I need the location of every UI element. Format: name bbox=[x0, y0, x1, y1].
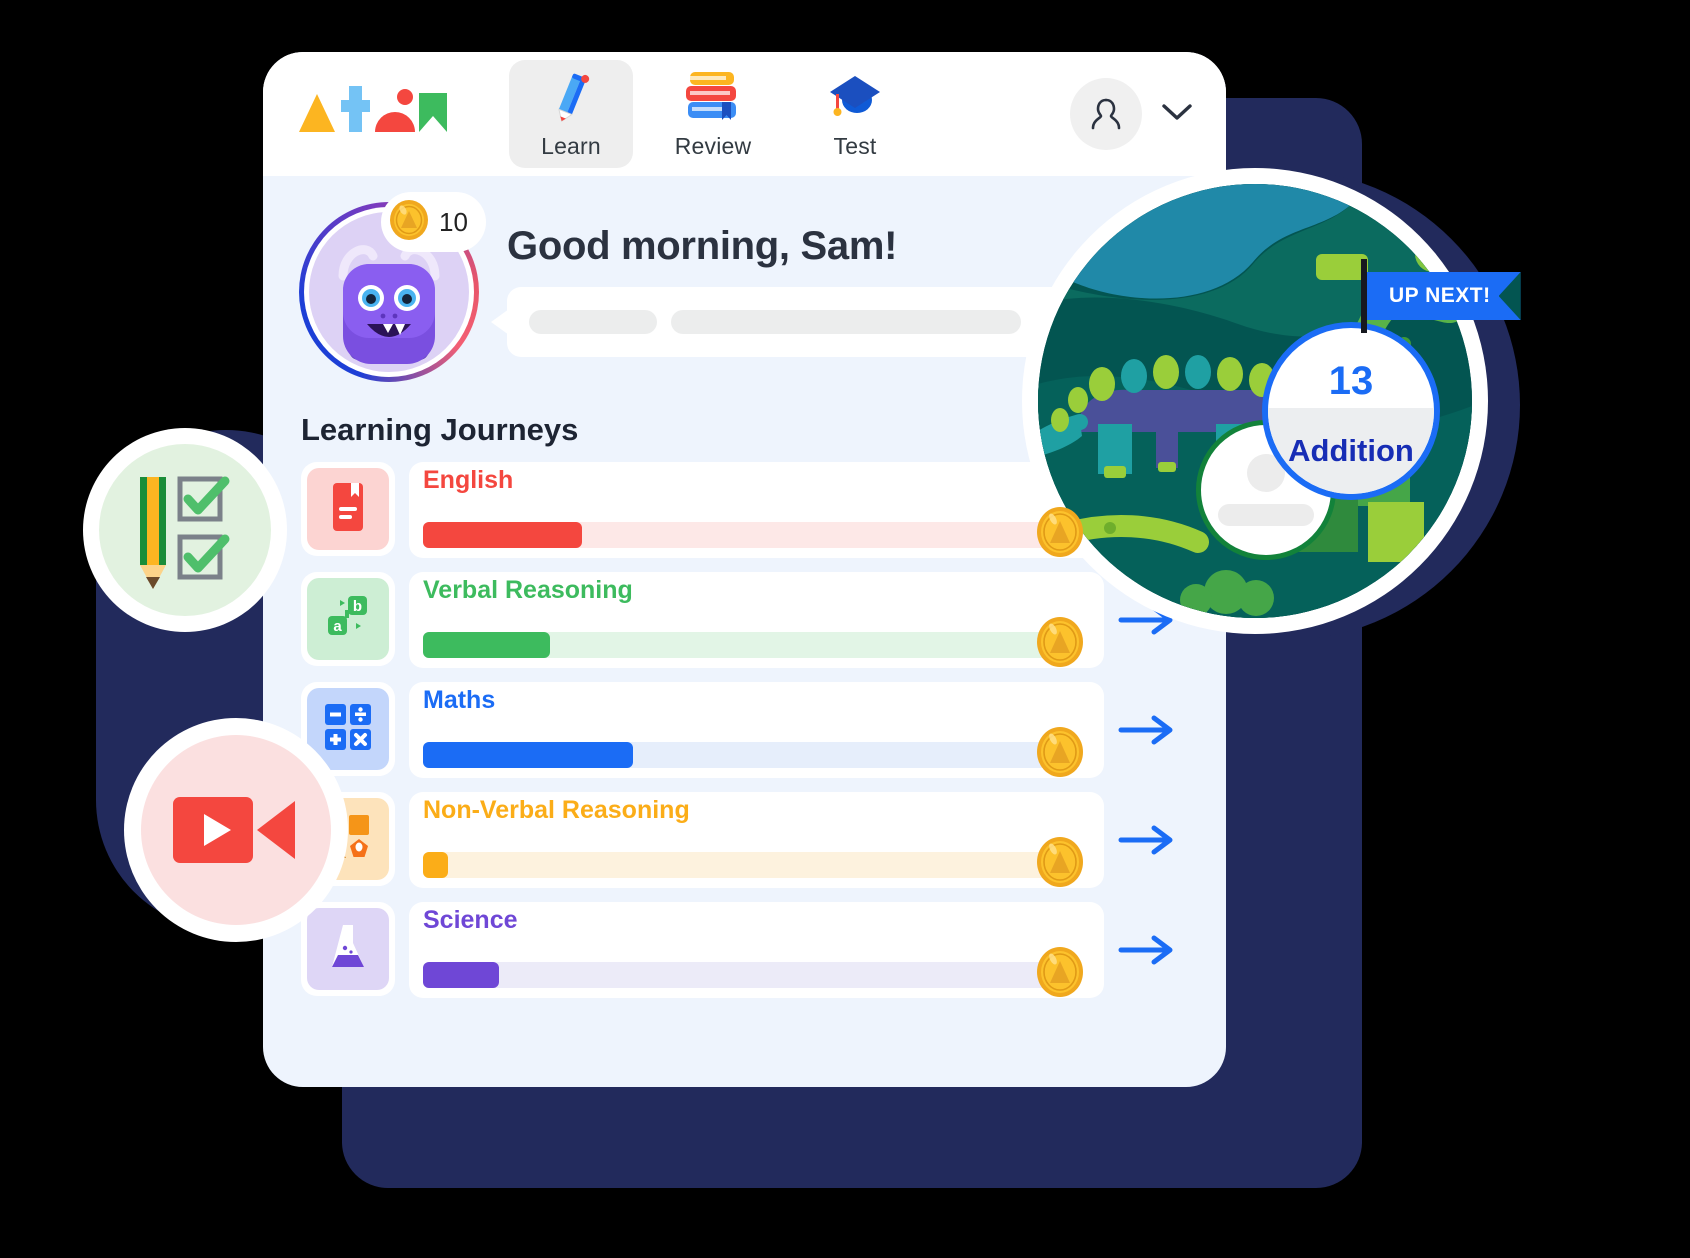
progress-fill bbox=[423, 851, 449, 878]
progress-row bbox=[423, 615, 1086, 674]
up-next-lesson-badge[interactable]: 13 Addition bbox=[1262, 322, 1440, 500]
journey-card-maths[interactable]: Maths bbox=[409, 682, 1104, 778]
coin-icon bbox=[1034, 725, 1086, 784]
progress-fill bbox=[423, 521, 582, 548]
subject-icon-verbal-reasoning[interactable]: b a bbox=[301, 572, 395, 666]
progress-track bbox=[423, 521, 1058, 548]
progress-track bbox=[423, 961, 1058, 988]
up-next-flag: UP NEXT! bbox=[1367, 272, 1521, 320]
nav-tab-label: Learn bbox=[541, 133, 601, 159]
progress-row bbox=[423, 945, 1086, 1004]
letter-tiles-icon: b a bbox=[322, 592, 374, 647]
journey-card-non-verbal-reasoning[interactable]: Non-Verbal Reasoning bbox=[409, 792, 1104, 888]
banner-pole bbox=[1361, 259, 1367, 333]
up-next-banner: UP NEXT! bbox=[1361, 259, 1521, 333]
journey-row: Non-Verbal Reasoning bbox=[301, 792, 1190, 888]
progress-fill bbox=[423, 631, 550, 658]
graduation-cap-icon bbox=[824, 69, 886, 127]
pencil-checklist-badge bbox=[83, 428, 287, 632]
pencil-icon bbox=[548, 69, 594, 127]
subject-name: Verbal Reasoning bbox=[423, 576, 633, 604]
subject-icon-english[interactable] bbox=[301, 462, 395, 556]
svg-text:a: a bbox=[333, 618, 342, 635]
nav-tab-learn[interactable]: Learn bbox=[509, 60, 633, 168]
learning-journeys-list: English b a Verbal Reasoning Maths Non-V… bbox=[263, 462, 1226, 998]
subject-icon-science[interactable] bbox=[301, 902, 395, 996]
svg-text:b: b bbox=[353, 598, 362, 615]
journey-card-verbal-reasoning[interactable]: Verbal Reasoning bbox=[409, 572, 1104, 668]
flask-icon bbox=[326, 921, 370, 978]
progress-row bbox=[423, 835, 1086, 894]
journey-row: b a Verbal Reasoning bbox=[301, 572, 1190, 668]
chevron-down-icon[interactable] bbox=[1160, 101, 1194, 128]
journey-go-arrow[interactable] bbox=[1104, 792, 1190, 888]
journey-card-science[interactable]: Science bbox=[409, 902, 1104, 998]
progress-track bbox=[423, 741, 1058, 768]
journey-go-arrow[interactable] bbox=[1104, 682, 1190, 778]
progress-track bbox=[423, 851, 1058, 878]
pencil-and-checkboxes-icon bbox=[99, 444, 271, 616]
placeholder-line-long bbox=[671, 310, 1021, 334]
app-window: Learn Review Test 10 Good morning, Sam! … bbox=[263, 52, 1226, 1087]
subject-name: Non-Verbal Reasoning bbox=[423, 796, 690, 824]
progress-fill bbox=[423, 961, 500, 988]
nav-tab-test[interactable]: Test bbox=[793, 60, 917, 168]
journey-go-arrow[interactable] bbox=[1104, 902, 1190, 998]
flag-notch bbox=[1498, 272, 1521, 320]
header-account-area bbox=[1070, 78, 1194, 150]
progress-track bbox=[423, 631, 1058, 658]
atom-logo[interactable] bbox=[295, 86, 447, 142]
video-camera-icon bbox=[141, 735, 331, 925]
nav-tab-label: Review bbox=[674, 133, 752, 159]
coin-count: 10 bbox=[439, 206, 468, 237]
screenshot-stage: Learn Review Test 10 Good morning, Sam! … bbox=[0, 0, 1690, 1258]
placeholder-line-short bbox=[529, 310, 657, 334]
stacked-books-icon bbox=[682, 69, 744, 127]
book-icon bbox=[328, 481, 368, 538]
nav-tab-review[interactable]: Review bbox=[651, 60, 775, 168]
journey-row: Maths bbox=[301, 682, 1190, 778]
user-avatar-icon[interactable] bbox=[1070, 78, 1142, 150]
coin-icon bbox=[1034, 615, 1086, 674]
subject-name: English bbox=[423, 466, 514, 494]
nav-tab-label: Test bbox=[833, 133, 877, 159]
progress-row bbox=[423, 725, 1086, 784]
coin-icon bbox=[1034, 505, 1086, 564]
locked-node-bar bbox=[1218, 504, 1314, 526]
avatar[interactable]: 10 bbox=[299, 192, 486, 382]
coin-icon bbox=[1034, 945, 1086, 1004]
video-lesson-badge bbox=[124, 718, 348, 942]
subject-name: Science bbox=[423, 906, 518, 934]
up-next-label: UP NEXT! bbox=[1389, 284, 1491, 307]
app-header: Learn Review Test bbox=[263, 52, 1226, 176]
progress-fill bbox=[423, 741, 633, 768]
calculator-icon bbox=[322, 701, 374, 758]
primary-nav: Learn Review Test bbox=[509, 60, 917, 168]
coin-icon bbox=[387, 198, 431, 247]
coin-count-badge: 10 bbox=[381, 192, 486, 252]
subject-name: Maths bbox=[423, 686, 496, 714]
journey-row: Science bbox=[301, 902, 1190, 998]
progress-row bbox=[423, 505, 1086, 564]
coin-icon bbox=[1034, 835, 1086, 894]
journey-card-english[interactable]: English bbox=[409, 462, 1104, 558]
